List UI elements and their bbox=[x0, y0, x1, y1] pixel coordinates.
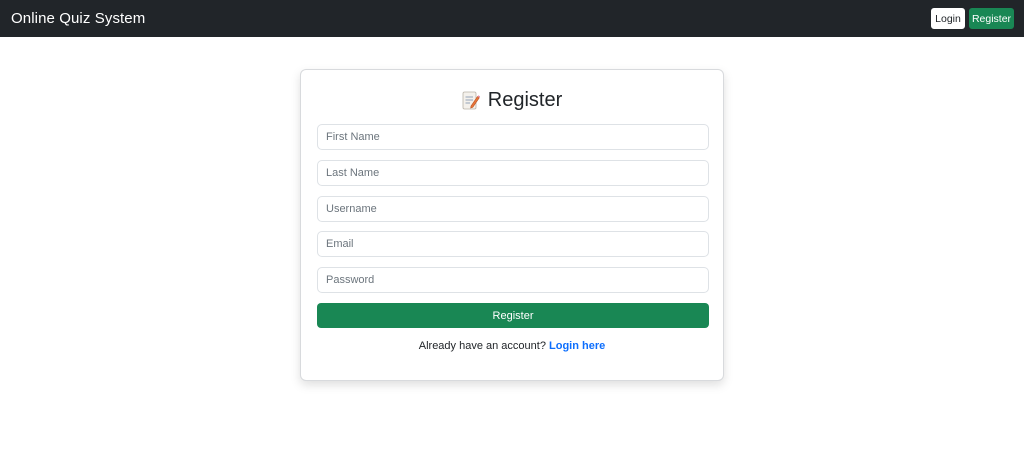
email-input[interactable] bbox=[317, 231, 709, 257]
nav-buttons: Login Register bbox=[931, 8, 1014, 29]
memo-icon bbox=[462, 90, 480, 110]
first-name-input[interactable] bbox=[317, 124, 709, 150]
login-prompt: Already have an account? Login here bbox=[301, 340, 723, 352]
login-prompt-text: Already have an account? bbox=[418, 340, 546, 352]
nav-register-button[interactable]: Register bbox=[969, 8, 1014, 29]
page-title: Register bbox=[487, 88, 563, 111]
last-name-input[interactable] bbox=[317, 160, 709, 186]
password-input[interactable] bbox=[317, 267, 709, 293]
brand-title[interactable]: Online Quiz System bbox=[11, 10, 145, 27]
register-submit-button[interactable]: Register bbox=[317, 303, 709, 328]
card-header: Register bbox=[301, 86, 723, 114]
register-card: Register Register Already have an accoun… bbox=[300, 69, 724, 381]
navbar: Online Quiz System Login Register bbox=[0, 0, 1024, 37]
login-here-link[interactable]: Login here bbox=[549, 340, 605, 352]
username-input[interactable] bbox=[317, 196, 709, 222]
nav-login-button[interactable]: Login bbox=[931, 8, 965, 29]
